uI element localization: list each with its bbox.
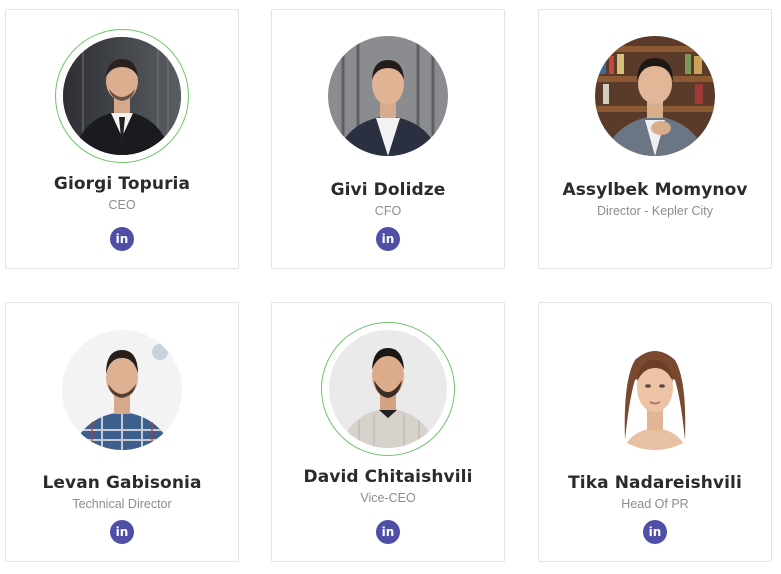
member-name: Giorgi Topuria <box>53 174 191 194</box>
member-name: Tika Nadareishvili <box>568 473 742 493</box>
member-photo <box>595 330 715 450</box>
team-card: David Chitaishvili Vice-CEO in <box>271 302 505 562</box>
member-role: CFO <box>374 204 402 218</box>
team-card: Levan Gabisonia Technical Director in <box>5 302 239 562</box>
member-role: Head Of PR <box>621 497 689 511</box>
linkedin-icon[interactable]: in <box>376 227 400 251</box>
team-card: Tika Nadareishvili Head Of PR in <box>538 302 772 562</box>
member-photo <box>62 330 182 450</box>
linkedin-icon[interactable]: in <box>110 520 134 544</box>
member-role: Vice-CEO <box>360 491 416 505</box>
member-role: Director - Kepler City <box>597 204 713 218</box>
linkedin-icon[interactable]: in <box>110 227 134 251</box>
member-name: David Chitaishvili <box>303 467 473 487</box>
member-name: Levan Gabisonia <box>42 473 202 493</box>
member-name: Givi Dolidze <box>330 180 446 200</box>
member-photo <box>63 37 181 155</box>
member-role: CEO <box>108 198 136 212</box>
member-photo <box>595 36 715 156</box>
member-role: Technical Director <box>72 497 172 511</box>
team-card: Givi Dolidze CFO in <box>271 9 505 269</box>
team-card: Giorgi Topuria CEO in <box>5 9 239 269</box>
linkedin-icon[interactable]: in <box>643 520 667 544</box>
member-photo <box>329 330 447 448</box>
linkedin-icon[interactable]: in <box>376 520 400 544</box>
member-name: Assylbek Momynov <box>562 180 748 200</box>
member-photo <box>328 36 448 156</box>
team-card: Assylbek Momynov Director - Kepler City <box>538 9 772 269</box>
